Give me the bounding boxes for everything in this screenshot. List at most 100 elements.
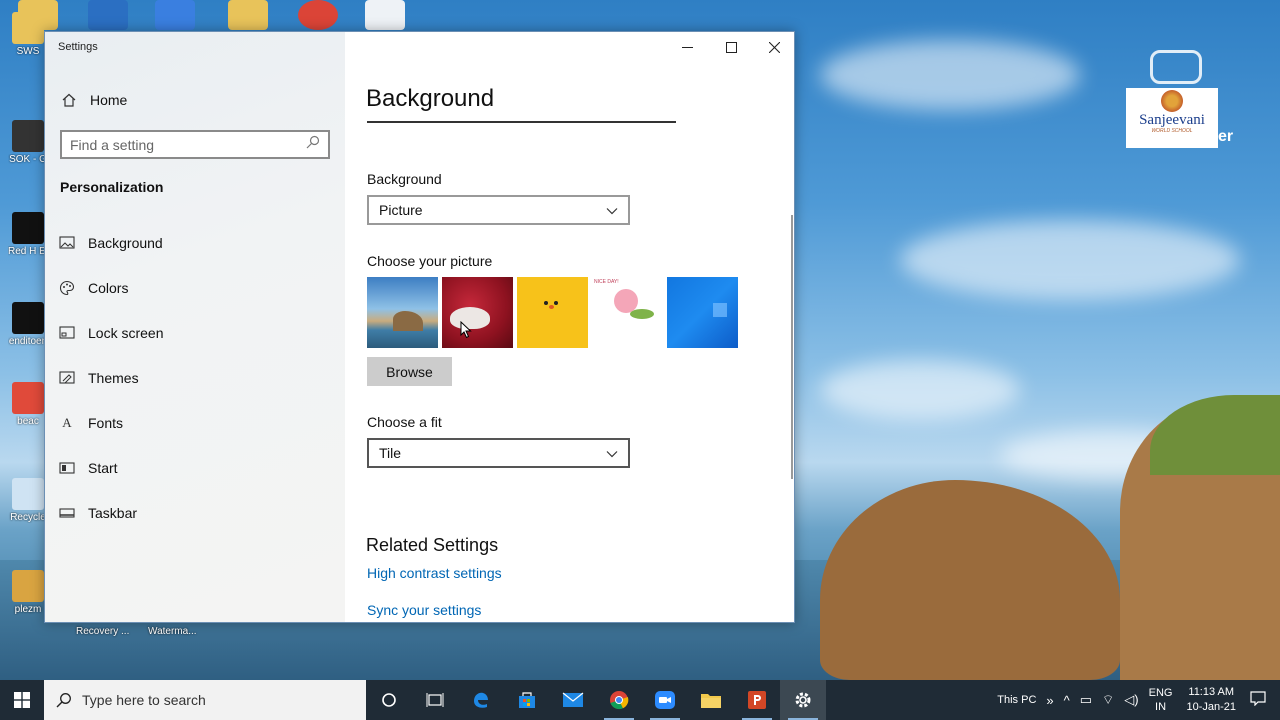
- tray-this-pc-label[interactable]: This PC: [997, 694, 1036, 706]
- close-button[interactable]: [752, 32, 794, 62]
- mouse-cursor-icon: [460, 321, 472, 339]
- double-chevron-icon[interactable]: »: [1046, 693, 1053, 708]
- high-contrast-link[interactable]: High contrast settings: [367, 565, 502, 581]
- sync-settings-link[interactable]: Sync your settings: [367, 602, 481, 618]
- nav-item-taskbar[interactable]: Taskbar: [45, 490, 345, 535]
- chevron-down-icon: [606, 202, 618, 218]
- store-button[interactable]: [504, 680, 550, 720]
- edge-shortcut-icon[interactable]: [88, 0, 128, 30]
- title-underline: [367, 121, 676, 123]
- settings-taskbar-button[interactable]: [780, 680, 826, 720]
- thumbnail-yellow-chick[interactable]: [517, 277, 588, 348]
- fit-dropdown[interactable]: Tile: [367, 438, 630, 468]
- desktop-icon-pdf[interactable]: beac: [8, 382, 48, 427]
- desktop-icon-plezm[interactable]: plezm: [8, 570, 48, 615]
- page-title: Background: [366, 85, 495, 112]
- minimize-button[interactable]: [665, 32, 709, 62]
- windows-logo-shape: [713, 303, 727, 317]
- thumbnail-beach[interactable]: [367, 277, 438, 348]
- maximize-button[interactable]: [709, 32, 753, 62]
- taskbar: Type here to search This PC » ^ ▭ ⌔ ◁) E…: [0, 680, 1280, 720]
- pdf-icon: [12, 382, 44, 414]
- recycle-bin-icon: [12, 478, 44, 510]
- nav-item-colors[interactable]: Colors: [45, 265, 345, 310]
- personalization-nav: Background Colors Lock screen Themes A F…: [45, 220, 345, 535]
- desktop-icon-recycle[interactable]: Recycle: [8, 478, 48, 523]
- clock-date: 10-Jan-21: [1186, 701, 1236, 713]
- wifi-icon[interactable]: ⌔: [1102, 692, 1114, 708]
- thumbnail-shoes[interactable]: [442, 277, 513, 348]
- windows-logo-icon: [14, 692, 30, 708]
- thumbnail-flower[interactable]: NICE DAY!: [592, 277, 663, 348]
- lock-screen-icon: [59, 325, 75, 341]
- fonts-icon: A: [62, 414, 72, 430]
- chrome-icon: [610, 691, 629, 710]
- edge-button[interactable]: [458, 680, 504, 720]
- clock-time: 11:13 AM: [1188, 686, 1235, 698]
- file-shortcut-icon[interactable]: [365, 0, 405, 30]
- battery-icon[interactable]: ▭: [1080, 692, 1092, 708]
- archive-icon: [12, 570, 44, 602]
- mail-icon: [562, 692, 584, 707]
- zoom-icon: [655, 691, 675, 709]
- desktop-icon-sok[interactable]: SOK - G: [8, 120, 48, 165]
- chevron-up-icon[interactable]: ^: [1064, 693, 1070, 708]
- themes-icon: [59, 370, 75, 386]
- watermark-text: er: [1218, 128, 1234, 145]
- folder-icon[interactable]: [228, 0, 268, 30]
- nav-item-lock-screen[interactable]: Lock screen: [45, 310, 345, 355]
- desktop-icon-sws[interactable]: SWS: [8, 12, 48, 57]
- desktop-icon-watermark-label[interactable]: Waterma...: [148, 626, 197, 637]
- task-view-button[interactable]: [412, 680, 458, 720]
- leaf-shape: [630, 309, 654, 319]
- language-indicator[interactable]: ENG IN: [1149, 686, 1173, 714]
- video-file-icon: [12, 302, 44, 334]
- settings-search-input[interactable]: [70, 136, 306, 153]
- taskbar-search-placeholder: Type here to search: [82, 692, 206, 708]
- nav-item-background[interactable]: Background: [45, 220, 345, 265]
- background-type-dropdown[interactable]: Picture: [367, 195, 630, 225]
- chick-face: [544, 301, 560, 311]
- picture-thumbnails: NICE DAY!: [367, 277, 742, 348]
- cortana-button[interactable]: [366, 680, 412, 720]
- powerpoint-button[interactable]: [734, 680, 780, 720]
- search-icon[interactable]: [306, 135, 320, 154]
- nav-item-fonts[interactable]: A Fonts: [45, 400, 345, 445]
- notification-icon[interactable]: [1250, 691, 1266, 709]
- home-link[interactable]: Home: [61, 92, 127, 108]
- flower-caption: NICE DAY!: [594, 279, 619, 285]
- desktop-icon-recovery-label[interactable]: Recovery ...: [76, 626, 129, 637]
- nav-item-themes[interactable]: Themes: [45, 355, 345, 400]
- store-icon: [519, 692, 535, 708]
- browse-button[interactable]: Browse: [367, 357, 452, 386]
- folder-icon: [12, 12, 44, 44]
- task-view-icon: [426, 693, 444, 707]
- start-button[interactable]: [0, 680, 44, 720]
- content-scrollbar[interactable]: [791, 215, 793, 479]
- settings-sidebar: Settings Home Personalization Background: [45, 32, 345, 622]
- file-explorer-button[interactable]: [688, 680, 734, 720]
- fit-value: Tile: [379, 445, 402, 461]
- cortana-icon: [382, 693, 396, 707]
- taskbar-search-box[interactable]: Type here to search: [44, 680, 366, 720]
- picture-icon: [59, 235, 75, 251]
- palette-icon: [59, 280, 75, 296]
- chrome-button[interactable]: [596, 680, 642, 720]
- desktop-icon-enditoen[interactable]: enditoen: [8, 302, 48, 347]
- chrome-shortcut-icon[interactable]: [298, 0, 338, 30]
- sun-emblem-icon: [1161, 90, 1183, 112]
- thumbnail-windows-blue[interactable]: [667, 277, 738, 348]
- clock[interactable]: 11:13 AM 10-Jan-21: [1186, 685, 1236, 715]
- desktop-icon-redhat[interactable]: Red H Enterpri: [8, 212, 48, 257]
- zoom-shortcut-icon[interactable]: [155, 0, 195, 30]
- system-tray: This PC » ^ ▭ ⌔ ◁) ENG IN 11:13 AM 10-Ja…: [997, 680, 1280, 720]
- settings-search[interactable]: [60, 130, 330, 159]
- cliff-grass: [1150, 395, 1280, 475]
- nav-item-start[interactable]: Start: [45, 445, 345, 490]
- school-logo: Sanjeevani WORLD SCHOOL: [1126, 88, 1218, 148]
- mail-button[interactable]: [550, 680, 596, 720]
- settings-window: Settings Home Personalization Background: [44, 31, 795, 623]
- rock-shape: [393, 311, 423, 331]
- zoom-button[interactable]: [642, 680, 688, 720]
- volume-icon[interactable]: ◁): [1124, 692, 1138, 708]
